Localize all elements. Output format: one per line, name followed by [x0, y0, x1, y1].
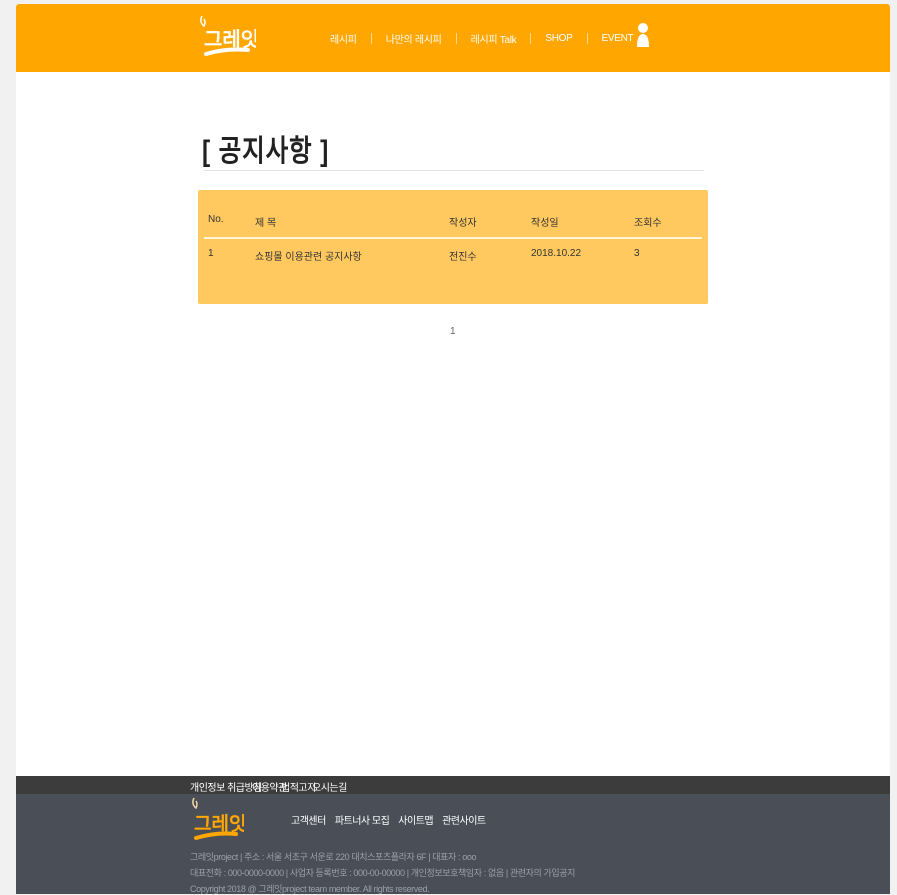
- cell-no: 1: [208, 248, 214, 259]
- column-header-date: 작성일: [531, 218, 559, 229]
- page-title: [ 공지사항 ]: [202, 135, 330, 168]
- column-header-writer: 작성자: [449, 218, 477, 229]
- nav-my-recipe[interactable]: 나만의 레시피: [372, 31, 456, 46]
- svg-text:그레잇: 그레잇: [194, 813, 244, 835]
- nav-recipe-talk[interactable]: 레시피 Talk: [457, 31, 531, 46]
- cell-date: 2018.10.22: [531, 248, 582, 259]
- title-divider: [204, 170, 704, 171]
- svg-text:그레잇: 그레잇: [204, 27, 256, 51]
- column-header-subject: 제 목: [255, 218, 277, 229]
- footer-link-legal[interactable]: 법적고지: [281, 779, 316, 794]
- footer-links-bar: 개인정보 취급방침 이용약관 법적고지 오시는길: [16, 776, 890, 794]
- footer-nav-customer-center[interactable]: 고객센터: [291, 812, 326, 827]
- logo-image-icon: 그레잇: [200, 15, 259, 56]
- table-divider: [204, 237, 702, 239]
- nav-shop[interactable]: SHOP: [531, 33, 586, 44]
- footer-nav: 고객센터 파트너사 모집 사이트맵 관련사이트: [291, 812, 486, 827]
- table-header: No. 제 목 작성자 작성일 조회수: [198, 214, 708, 234]
- footer-company-info: 그레잇project | 주소 : 서울 서초구 서운로 220 대치스포츠플라…: [190, 852, 477, 862]
- column-header-views: 조회수: [634, 218, 662, 229]
- user-icon[interactable]: [636, 22, 650, 48]
- footer-contact-info: 대표전화 : 000-0000-0000 | 사업자 등록번호 : 000-00…: [190, 868, 576, 878]
- cell-writer: 전진수: [449, 252, 477, 263]
- main-nav: 레시피 나만의 레시피 레시피 Talk SHOP EVENT: [316, 28, 647, 48]
- cell-subject-link[interactable]: 쇼핑몰 이용관련 공지사항: [255, 248, 362, 263]
- site-footer: 그레잇 고객센터 파트너사 모집 사이트맵 관련사이트 그레잇project |…: [16, 794, 890, 894]
- footer-nav-related-sites[interactable]: 관련사이트: [442, 812, 486, 827]
- notice-table: No. 제 목 작성자 작성일 조회수 1 쇼핑몰 이용관련 공지사항 전진수 …: [198, 190, 708, 304]
- footer-logo[interactable]: 그레잇: [188, 796, 246, 846]
- footer-copyright: Copyright 2018 @ 그레잇project team member.…: [190, 884, 430, 894]
- cell-views: 3: [634, 248, 640, 259]
- site-logo[interactable]: 그레잇: [196, 14, 259, 62]
- footer-nav-sitemap[interactable]: 사이트맵: [398, 812, 433, 827]
- site-header: 그레잇 레시피 나만의 레시피 레시피 Talk SHOP EVENT: [16, 4, 890, 72]
- pagination-page-1[interactable]: 1: [450, 326, 456, 337]
- column-header-no: No.: [208, 214, 224, 225]
- footer-logo-icon: 그레잇: [192, 797, 246, 840]
- nav-recipe[interactable]: 레시피: [316, 31, 371, 46]
- footer-link-directions[interactable]: 오시는길: [312, 779, 347, 794]
- table-row[interactable]: 1 쇼핑몰 이용관련 공지사항 전진수 2018.10.22 3: [198, 248, 708, 268]
- page: 그레잇 레시피 나만의 레시피 레시피 Talk SHOP EVENT [ 공지…: [16, 4, 890, 894]
- footer-nav-partner-recruit[interactable]: 파트너사 모집: [335, 812, 390, 827]
